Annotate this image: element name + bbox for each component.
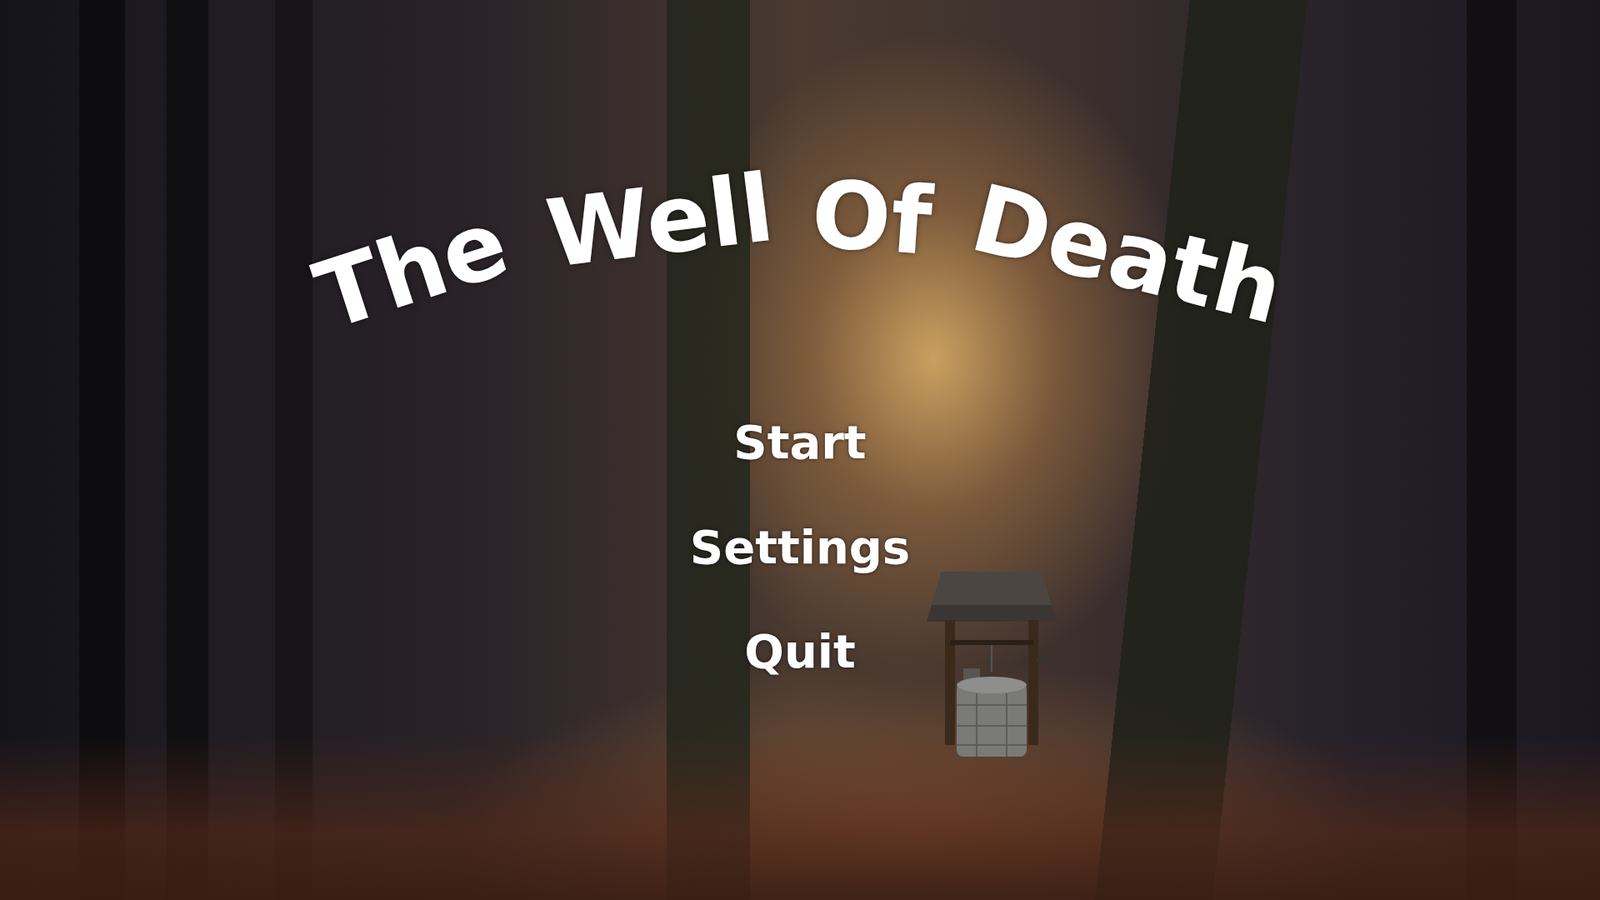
menu-item[interactable]: Settings [681,521,919,574]
background-photo: TheWellOfDeath Start Settings Quit [0,0,1600,900]
main-menu: Start Settings Quit [681,416,919,678]
title-word: Of [808,162,935,274]
game-title: TheWellOfDeath [315,166,1285,359]
title-word: Death [962,166,1293,343]
title-word: The [304,190,520,349]
menu-item[interactable]: Quit [735,625,864,678]
menu-item[interactable]: Start [725,416,875,469]
title-word: Well [541,156,780,286]
well-icon [926,571,1057,759]
